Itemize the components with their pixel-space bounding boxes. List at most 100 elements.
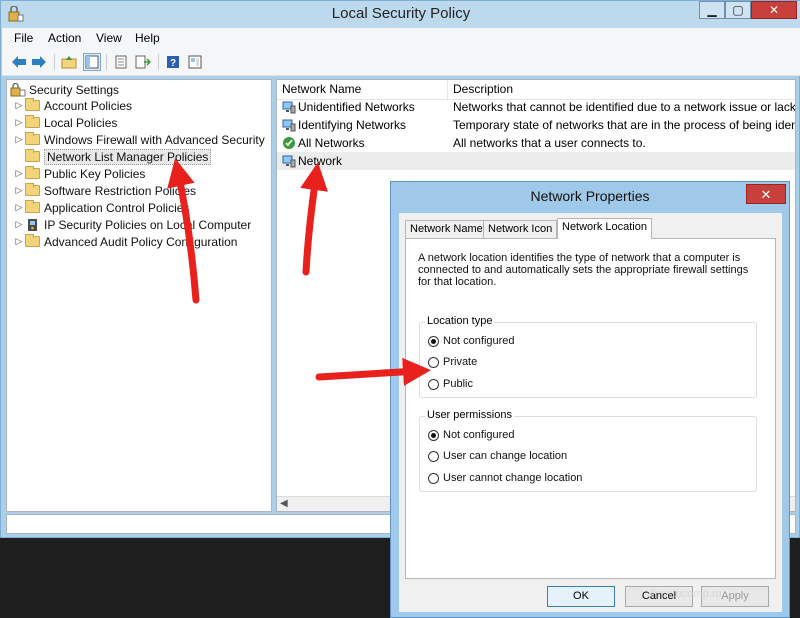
tree-item-label: Local Policies (44, 115, 118, 130)
radio-label: User can change location (443, 450, 568, 462)
list-row-description: Networks that cannot be identified due t… (453, 100, 796, 114)
radio-label: Public (443, 378, 473, 390)
svg-text:?: ? (170, 58, 176, 69)
location-private-radio[interactable]: Private (428, 355, 477, 369)
tree-item-label: Public Key Policies (44, 166, 146, 181)
tree-pane: Security Settings ▷ Account Policies ▷ L… (6, 79, 272, 512)
network-icon (282, 155, 296, 168)
tree-item-label: Network List Manager Policies (44, 148, 212, 165)
radio-button-checked[interactable] (428, 429, 439, 441)
menu-action[interactable]: Action (48, 31, 81, 45)
user-can-change-radio[interactable]: User can change location (428, 449, 567, 463)
column-header-description[interactable]: Description (448, 80, 795, 100)
title-bar[interactable]: Local Security Policy ▁ ▢ ✕ (1, 1, 800, 28)
ok-button[interactable]: OK (547, 586, 615, 607)
tree-item-software-restriction[interactable]: ▷ Software Restriction Policies (13, 182, 196, 199)
close-button[interactable]: ✕ (751, 1, 797, 19)
radio-label: Not configured (443, 335, 515, 347)
folder-icon (25, 115, 40, 128)
tree-item-label: IP Security Policies on Local Computer (44, 217, 252, 232)
user-cannot-change-radio[interactable]: User cannot change location (428, 471, 582, 485)
chevron-right-icon[interactable]: ▷ (13, 236, 25, 247)
menu-help[interactable]: Help (135, 31, 160, 45)
up-folder-icon[interactable] (60, 53, 78, 71)
radio-button[interactable] (428, 378, 439, 390)
show-tree-icon[interactable] (83, 53, 101, 71)
list-row-identifying-networks[interactable]: Identifying Networks Temporary state of … (277, 116, 795, 134)
radio-button[interactable] (428, 356, 439, 368)
folder-icon (25, 132, 40, 145)
toolbar: ? (2, 49, 800, 76)
folder-icon (25, 183, 40, 196)
user-permissions-group: User permissions Not configured User can… (419, 409, 757, 492)
chevron-right-icon[interactable]: ▷ (13, 168, 25, 179)
chevron-right-icon[interactable]: ▷ (13, 219, 25, 230)
location-type-legend: Location type (425, 315, 495, 327)
tree-item-local-policies[interactable]: ▷ Local Policies (13, 114, 117, 131)
list-row-name: Unidentified Networks (298, 100, 415, 114)
tab-network-icon[interactable]: Network Icon (483, 220, 558, 238)
radio-label: Not configured (443, 429, 515, 441)
chevron-right-icon[interactable]: ▷ (13, 117, 25, 128)
location-public-radio[interactable]: Public (428, 377, 473, 391)
radio-button[interactable] (428, 450, 439, 462)
console-view-icon[interactable] (186, 53, 204, 71)
window-title: Local Security Policy (331, 5, 471, 22)
location-not-configured-radio[interactable]: Not configured (428, 334, 515, 348)
menu-view[interactable]: View (96, 31, 122, 45)
tab-network-location[interactable]: Network Location (557, 218, 652, 239)
list-row-description: All networks that a user connects to. (453, 136, 646, 150)
folder-icon (25, 200, 40, 213)
list-row-unidentified-networks[interactable]: Unidentified Networks Networks that cann… (277, 98, 795, 116)
forward-arrow-icon[interactable] (30, 53, 48, 71)
watermark: Prostocomp.ru (650, 588, 722, 600)
tree-root[interactable]: Security Settings (10, 81, 119, 98)
properties-icon[interactable] (112, 53, 130, 71)
chevron-right-icon[interactable]: ▷ (13, 185, 25, 196)
permissions-not-configured-radio[interactable]: Not configured (428, 428, 515, 442)
chevron-right-icon[interactable]: ▷ (13, 100, 25, 111)
tree-item-windows-firewall[interactable]: ▷ Windows Firewall with Advanced Securit… (13, 131, 265, 148)
dialog-title: Network Properties (530, 188, 650, 204)
tree-root-label: Security Settings (29, 82, 120, 97)
radio-button[interactable] (428, 472, 439, 484)
radio-button-checked[interactable] (428, 335, 439, 347)
list-row-description: Temporary state of networks that are in … (453, 118, 796, 132)
help-icon[interactable]: ? (164, 53, 182, 71)
menu-bar: File Action View Help (2, 28, 800, 49)
tree-item-advanced-audit[interactable]: ▷ Advanced Audit Policy Configuration (13, 233, 237, 250)
minimize-button[interactable]: ▁ (699, 1, 725, 19)
back-arrow-icon[interactable] (10, 53, 28, 71)
tab-network-name[interactable]: Network Name (405, 220, 488, 238)
tree-item-label: Software Restriction Policies (44, 183, 197, 198)
column-header-network-name[interactable]: Network Name (277, 80, 448, 100)
folder-icon (25, 166, 40, 179)
network-location-description: A network location identifies the type o… (418, 252, 749, 288)
tree-item-label: Advanced Audit Policy Configuration (44, 234, 238, 249)
chevron-right-icon[interactable]: ▷ (13, 202, 25, 213)
network-properties-dialog: Network Properties ✕ Network Name Networ… (390, 181, 790, 618)
tree-item-ip-security[interactable]: ▷ IP Security Policies on Local Computer (13, 216, 252, 233)
export-list-icon[interactable] (134, 53, 152, 71)
chevron-right-icon[interactable]: ▷ (13, 134, 25, 145)
folder-icon (25, 234, 40, 247)
list-row-network[interactable]: Network (277, 152, 795, 170)
radio-label: Private (443, 356, 478, 368)
network-location-panel: A network location identifies the type o… (405, 238, 776, 579)
tree-item-network-list-manager[interactable]: Network List Manager Policies (13, 148, 212, 165)
dialog-close-button[interactable]: ✕ (746, 184, 786, 204)
tree-item-application-control[interactable]: ▷ Application Control Policies (13, 199, 189, 216)
tree-item-label: Account Policies (44, 98, 133, 113)
tree-item-label: Application Control Policies (44, 200, 190, 215)
maximize-button[interactable]: ▢ (725, 1, 751, 19)
dialog-body: Network Name Network Icon Network Locati… (399, 213, 782, 612)
tree-item-account-policies[interactable]: ▷ Account Policies (13, 97, 132, 114)
list-row-all-networks[interactable]: All Networks All networks that a user co… (277, 134, 795, 152)
tree-item-public-key[interactable]: ▷ Public Key Policies (13, 165, 145, 182)
tree-item-label: Windows Firewall with Advanced Security (44, 132, 265, 147)
folder-icon (25, 98, 40, 111)
menu-file[interactable]: File (14, 31, 33, 45)
scroll-left-icon[interactable]: ◀ (280, 498, 288, 509)
security-settings-icon (10, 82, 26, 96)
ip-security-icon (28, 218, 37, 231)
